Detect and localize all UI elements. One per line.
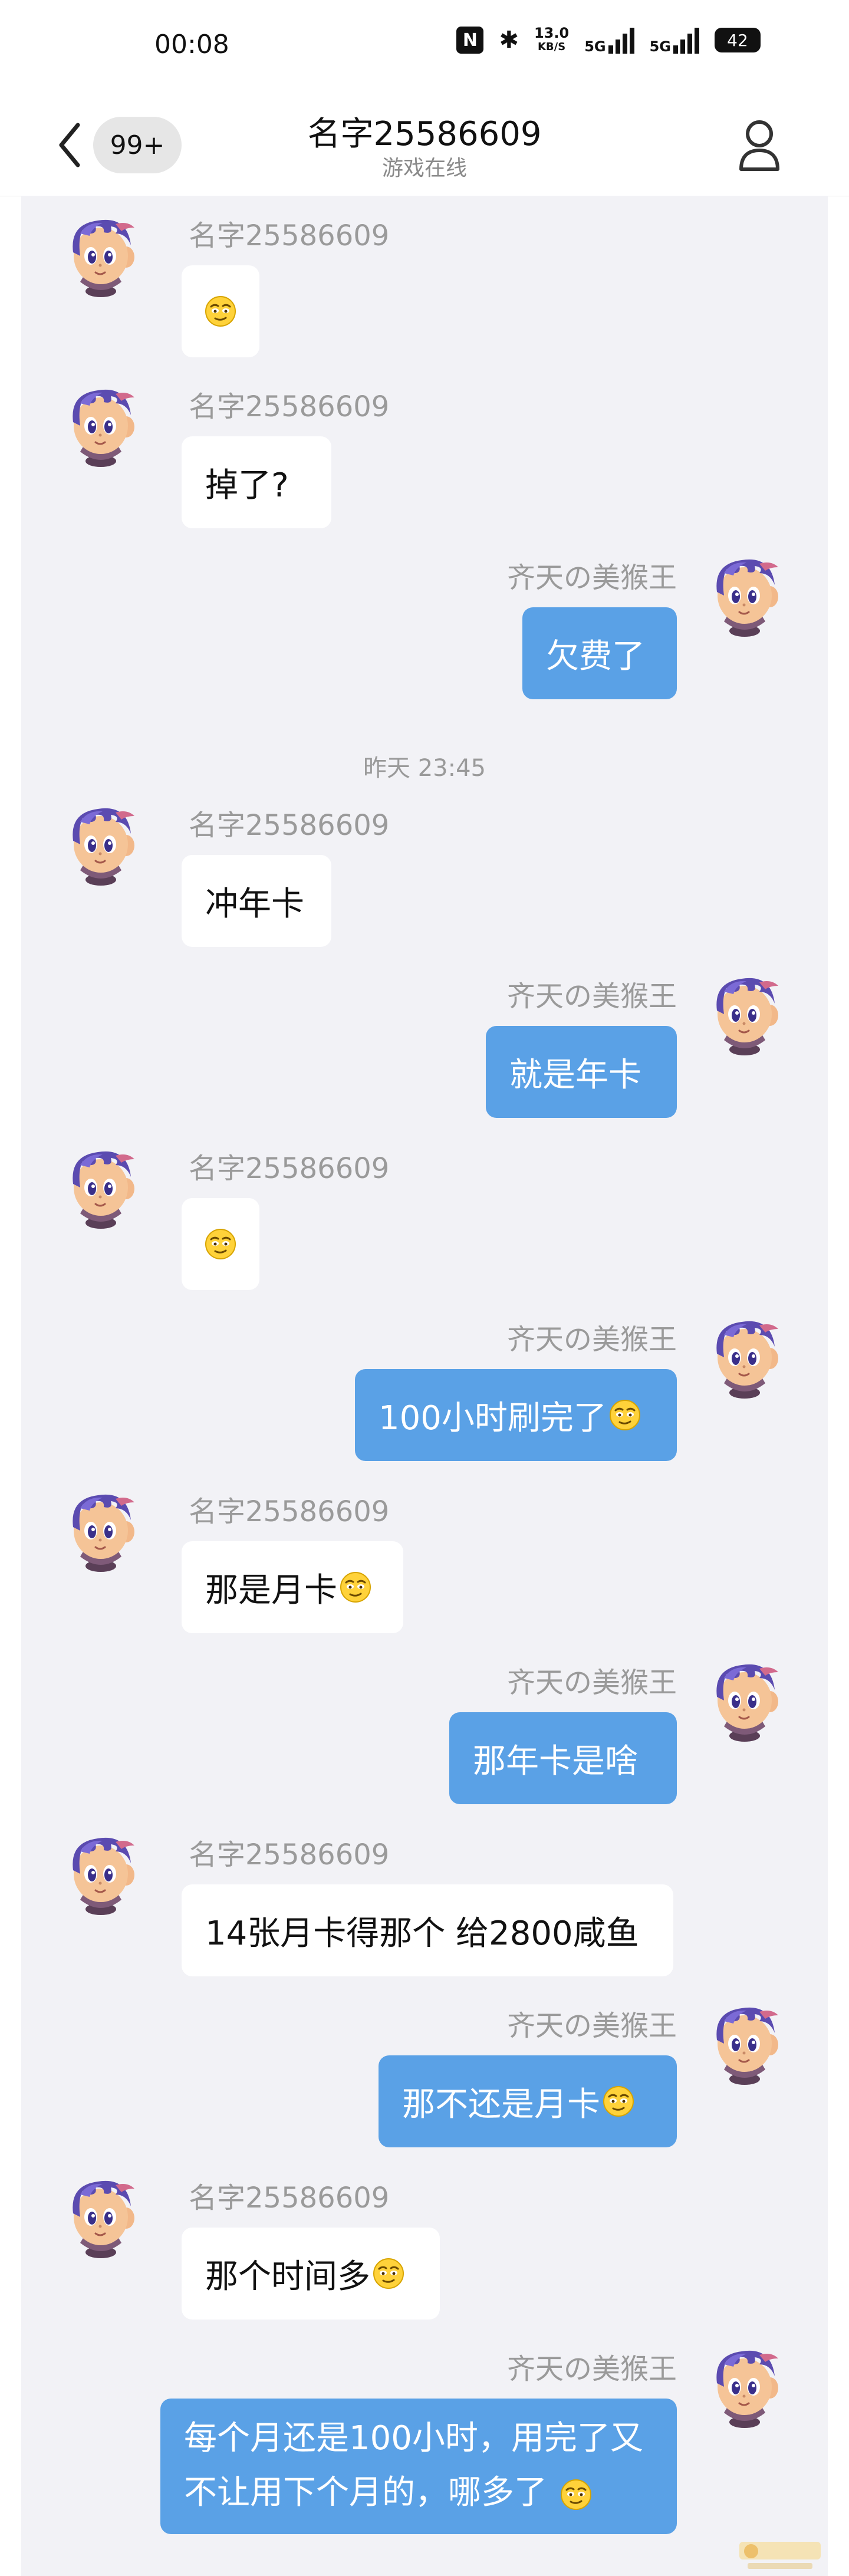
sender-name: 名字25586609 [189, 390, 390, 423]
sender-name: 名字25586609 [189, 2182, 390, 2215]
monkey-king-avatar-icon [73, 2180, 134, 2258]
bluetooth-icon: ✱ [499, 27, 519, 54]
message-bubble-outgoing[interactable]: 每个月还是100小时，用完了又不让用下个月的，哪多了 [160, 2399, 677, 2534]
smirk-emoji-icon [205, 1228, 236, 1260]
monkey-king-avatar-icon [716, 1321, 778, 1399]
message-text: 冲年卡 [205, 884, 304, 923]
monkey-king-avatar-icon [73, 1837, 134, 1915]
chat-title: 名字25586609 [307, 115, 542, 153]
nfc-icon: N [456, 27, 484, 54]
sender-name: 齐天の美猴王 [506, 980, 677, 1013]
net-speed: 13.0 KB/S [534, 26, 569, 54]
sender-name: 名字25586609 [189, 219, 390, 252]
avatar[interactable] [700, 968, 789, 1057]
battery-level: 42 [727, 30, 748, 50]
status-icons: N ✱ 13.0 KB/S 5G 5G 42 [456, 26, 761, 54]
avatar[interactable] [57, 380, 145, 468]
sender-name: 齐天の美猴王 [506, 2353, 677, 2386]
monkey-king-avatar-icon [716, 978, 778, 1055]
monkey-king-avatar-icon [716, 2350, 778, 2428]
avatar[interactable] [700, 1311, 789, 1400]
avatar[interactable] [57, 210, 145, 298]
avatar[interactable] [57, 2171, 145, 2259]
message-bubble-outgoing[interactable]: 那不还是月卡 [379, 2055, 677, 2147]
message-bubble-incoming[interactable]: 那是月卡 [182, 1541, 403, 1633]
message-text: 欠费了 [546, 637, 645, 676]
avatar[interactable] [57, 1485, 145, 1573]
timestamp-divider: 昨天 23:45 [363, 755, 486, 782]
message-bubble-outgoing[interactable]: 那年卡是啥 [449, 1712, 677, 1804]
message-bubble-incoming[interactable]: 那个时间多 [182, 2228, 440, 2320]
signal-bars-icon [673, 27, 699, 54]
smirk-emoji-icon [205, 295, 236, 327]
message-text: 100小时刷完了 [379, 1399, 607, 1437]
message-bubble-outgoing[interactable]: 就是年卡 [486, 1026, 677, 1118]
smirk-emoji-icon [373, 2258, 404, 2289]
sender-name: 名字25586609 [189, 1838, 390, 1871]
sender-name: 名字25586609 [189, 809, 390, 842]
status-time: 00:08 [154, 29, 229, 60]
message-bubble-incoming[interactable]: 冲年卡 [182, 855, 331, 947]
net-speed-unit: KB/S [537, 41, 566, 53]
monkey-king-avatar-icon [73, 1494, 134, 1572]
battery-icon: 42 [715, 28, 761, 52]
monkey-king-avatar-icon [716, 1664, 778, 1742]
message-bubble-outgoing[interactable]: 100小时刷完了 [355, 1369, 677, 1461]
monkey-king-avatar-icon [716, 559, 778, 637]
avatar[interactable] [57, 798, 145, 887]
chat-header: 99+ 名字25586609 游戏在线 [0, 94, 849, 196]
message-text: 那个时间多 [205, 2257, 370, 2296]
avatar[interactable] [700, 2341, 789, 2429]
message-bubble-incoming[interactable]: 掉了? [182, 436, 331, 528]
smirk-emoji-icon [560, 2479, 592, 2511]
profile-button[interactable] [731, 114, 788, 176]
message-bubble-incoming[interactable] [182, 1198, 259, 1290]
sim2-label: 5G [649, 38, 671, 55]
avatar[interactable] [57, 1141, 145, 1230]
chat-list[interactable]: 名字25586609 名字25586609 掉了? 齐天の美猴王 欠费了 昨天 … [21, 196, 828, 2576]
site-watermark-logo [736, 2536, 824, 2575]
status-bar: 00:08 N ✱ 13.0 KB/S 5G 5G 42 [0, 0, 849, 94]
sender-name: 齐天の美猴王 [506, 2009, 677, 2042]
smirk-emoji-icon [340, 1571, 371, 1603]
online-status: 游戏在线 [381, 156, 467, 180]
sender-name: 齐天の美猴王 [506, 1666, 677, 1699]
smirk-emoji-icon [603, 2085, 634, 2117]
monkey-king-avatar-icon [73, 808, 134, 886]
sender-name: 名字25586609 [189, 1152, 390, 1185]
avatar[interactable] [700, 1654, 789, 1743]
message-text: 掉了? [205, 466, 289, 505]
signal-sim2: 5G [650, 27, 699, 54]
message-text: 就是年卡 [509, 1055, 641, 1094]
sender-name: 名字25586609 [189, 1495, 390, 1528]
avatar[interactable] [57, 1828, 145, 1916]
message-text: 那不还是月卡 [402, 2085, 600, 2124]
message-text: 那年卡是啥 [473, 1742, 638, 1781]
message-bubble-outgoing[interactable]: 欠费了 [522, 607, 677, 699]
signal-bars-icon [608, 27, 634, 54]
monkey-king-avatar-icon [73, 389, 134, 467]
monkey-king-avatar-icon [73, 219, 134, 297]
sender-name: 齐天の美猴王 [506, 1323, 677, 1356]
net-speed-value: 13.0 [534, 25, 570, 41]
smirk-emoji-icon [609, 1399, 641, 1431]
sender-name: 齐天の美猴王 [506, 561, 677, 594]
message-bubble-incoming[interactable]: 14张月卡得那个 给2800咸鱼 [182, 1884, 673, 1976]
monkey-king-avatar-icon [73, 1151, 134, 1229]
message-bubble-incoming[interactable] [182, 265, 259, 357]
person-icon [739, 120, 779, 171]
signal-sim1: 5G [584, 27, 634, 54]
avatar[interactable] [700, 550, 789, 638]
avatar[interactable] [700, 1998, 789, 2086]
sim1-label: 5G [584, 38, 606, 55]
monkey-king-avatar-icon [716, 2007, 778, 2085]
message-text: 那是月卡 [205, 1571, 337, 1610]
message-text: 14张月卡得那个 给2800咸鱼 [205, 1914, 639, 1953]
